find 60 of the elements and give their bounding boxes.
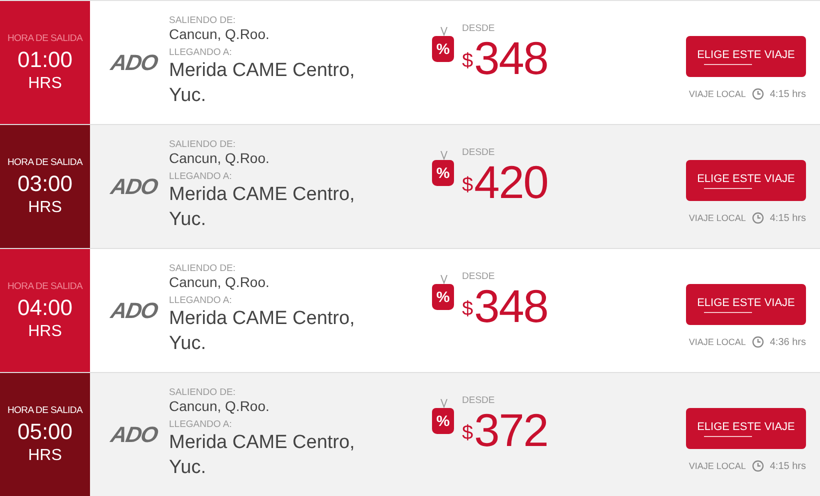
time-unit: HRS <box>28 322 62 340</box>
departure-time: 01:00 <box>17 46 73 72</box>
origin-label: SALIENDO DE: <box>169 387 237 398</box>
time-unit: HRS <box>28 198 62 216</box>
clock-icon <box>752 212 764 224</box>
destination-city: Merida CAME Centro, Yuc. <box>169 183 356 232</box>
origin-city: Cancun, Q.Roo. <box>169 398 270 414</box>
price: 348 <box>474 282 548 330</box>
departure-label: HORA DE SALIDA <box>8 156 82 168</box>
price-label: DESDE <box>462 395 496 406</box>
price: 420 <box>474 158 548 206</box>
clock-icon <box>752 460 764 472</box>
departure-time: 04:00 <box>17 294 73 320</box>
trip-type: VIAJE LOCAL <box>688 213 746 223</box>
currency-sign: $ <box>462 298 474 320</box>
time-unit: HRS <box>28 446 62 464</box>
price: 372 <box>474 406 548 454</box>
trip-type: VIAJE LOCAL <box>688 461 746 471</box>
trip-duration: 4:15 hrs <box>770 460 806 472</box>
destination-label: LLEGANDO A: <box>169 171 233 182</box>
bus-line-logo: ADO <box>108 422 160 448</box>
destination-city: Merida CAME Centro, Yuc. <box>169 59 356 108</box>
departure-label: HORA DE SALIDA <box>8 404 82 416</box>
trip-duration: 4:15 hrs <box>770 88 806 100</box>
trip-duration: 4:36 hrs <box>770 336 806 348</box>
destination-city: Merida CAME Centro, Yuc. <box>169 307 356 356</box>
price-label: DESDE <box>462 147 496 158</box>
origin-label: SALIENDO DE: <box>169 263 237 274</box>
choose-trip-button[interactable]: ELIGE ESTE VIAJE <box>686 160 806 201</box>
bus-line-logo: ADO <box>108 174 160 200</box>
origin-city: Cancun, Q.Roo. <box>169 26 270 42</box>
currency-sign: $ <box>462 422 474 444</box>
time-unit: HRS <box>28 74 62 92</box>
destination-label: LLEGANDO A: <box>169 419 233 430</box>
clock-icon <box>752 336 764 348</box>
price-label: DESDE <box>462 271 496 282</box>
trip-type: VIAJE LOCAL <box>688 337 746 347</box>
currency-sign: $ <box>462 174 474 196</box>
departure-time: 05:00 <box>17 418 73 444</box>
destination-city: Merida CAME Centro, Yuc. <box>169 431 356 480</box>
trip-duration: 4:15 hrs <box>770 212 806 224</box>
departure-label: HORA DE SALIDA <box>8 280 82 292</box>
departure-time: 03:00 <box>17 170 73 196</box>
trip-type: VIAJE LOCAL <box>688 89 746 99</box>
price: 348 <box>474 34 548 82</box>
choose-trip-button[interactable]: ELIGE ESTE VIAJE <box>686 36 806 77</box>
origin-city: Cancun, Q.Roo. <box>169 274 270 290</box>
destination-label: LLEGANDO A: <box>169 295 233 306</box>
currency-sign: $ <box>462 50 474 72</box>
bus-line-logo: ADO <box>108 298 160 324</box>
clock-icon <box>752 88 764 100</box>
origin-city: Cancun, Q.Roo. <box>169 150 270 166</box>
destination-label: LLEGANDO A: <box>169 47 233 58</box>
origin-label: SALIENDO DE: <box>169 139 237 150</box>
bus-line-logo: ADO <box>108 50 160 76</box>
choose-trip-button[interactable]: ELIGE ESTE VIAJE <box>686 408 806 449</box>
departure-label: HORA DE SALIDA <box>8 32 82 44</box>
price-label: DESDE <box>462 23 496 34</box>
origin-label: SALIENDO DE: <box>169 15 237 26</box>
choose-trip-button[interactable]: ELIGE ESTE VIAJE <box>686 284 806 325</box>
